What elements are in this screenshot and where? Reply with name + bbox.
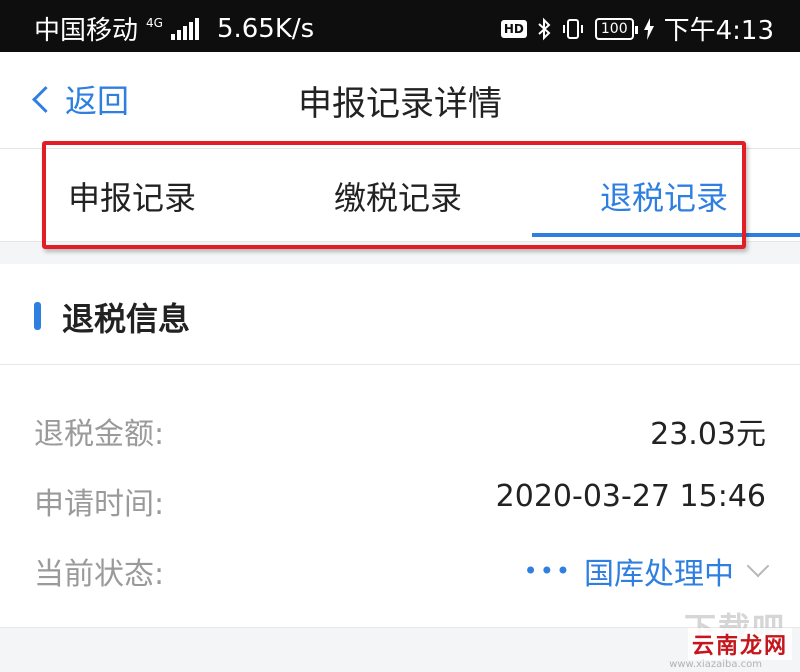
detail-row-apply-time: 申请时间: 2020-03-27 15:46 (0, 471, 800, 522)
section-title: 退税信息 (62, 300, 191, 338)
network-speed: 5.65K/s (216, 13, 315, 44)
status-label: 当前状态: (34, 557, 165, 592)
section-accent-bar (34, 302, 41, 330)
detail-row-amount: 退税金额: 23.03元 (0, 401, 800, 452)
section-header: 退税信息 (0, 264, 800, 365)
charging-icon (643, 17, 654, 40)
battery-icon: 100 (594, 17, 638, 40)
watermark-bottom-text: 云南龙网 (687, 628, 792, 660)
more-dots-icon: ••• (523, 557, 572, 585)
amount-label: 退税金额: (34, 417, 165, 452)
amount-value: 23.03元 (650, 417, 766, 452)
watermark-url: www.xiazaiba.com (669, 659, 762, 670)
status-bar-right: HD 100 下午4:13 (500, 10, 774, 47)
bluetooth-icon (538, 17, 551, 40)
watermark: 下载吧 云南龙网 www.xiazaiba.com (660, 604, 792, 670)
status-dropdown[interactable]: ••• 国库处理中 (523, 549, 770, 593)
network-type: 4G (146, 15, 163, 30)
battery-level: 100 (600, 20, 628, 37)
status-bar-left: 中国移动 4G 5.65K/s (34, 10, 314, 47)
status-bar: 中国移动 4G 5.65K/s HD 100 下午4:13 (0, 0, 800, 52)
status-value: 国库处理中 (584, 557, 734, 592)
vibrate-icon (562, 18, 583, 39)
highlight-box (42, 141, 746, 249)
apply-time-value: 2020-03-27 15:46 (495, 479, 766, 514)
nav-bar: 返回 申报记录详情 (0, 52, 800, 148)
hd-badge: HD (500, 19, 527, 38)
detail-row-status: 当前状态: ••• 国库处理中 (0, 541, 800, 593)
page-title: 申报记录详情 (298, 84, 502, 124)
chevron-down-icon (746, 554, 770, 578)
refund-details: 退税金额: 23.03元 申请时间: 2020-03-27 15:46 当前状态… (0, 365, 800, 628)
carrier-name: 中国移动 (34, 16, 139, 46)
signal-icon (170, 17, 199, 40)
clock-time: 下午4:13 (663, 16, 774, 46)
apply-time-label: 申请时间: (34, 487, 165, 522)
